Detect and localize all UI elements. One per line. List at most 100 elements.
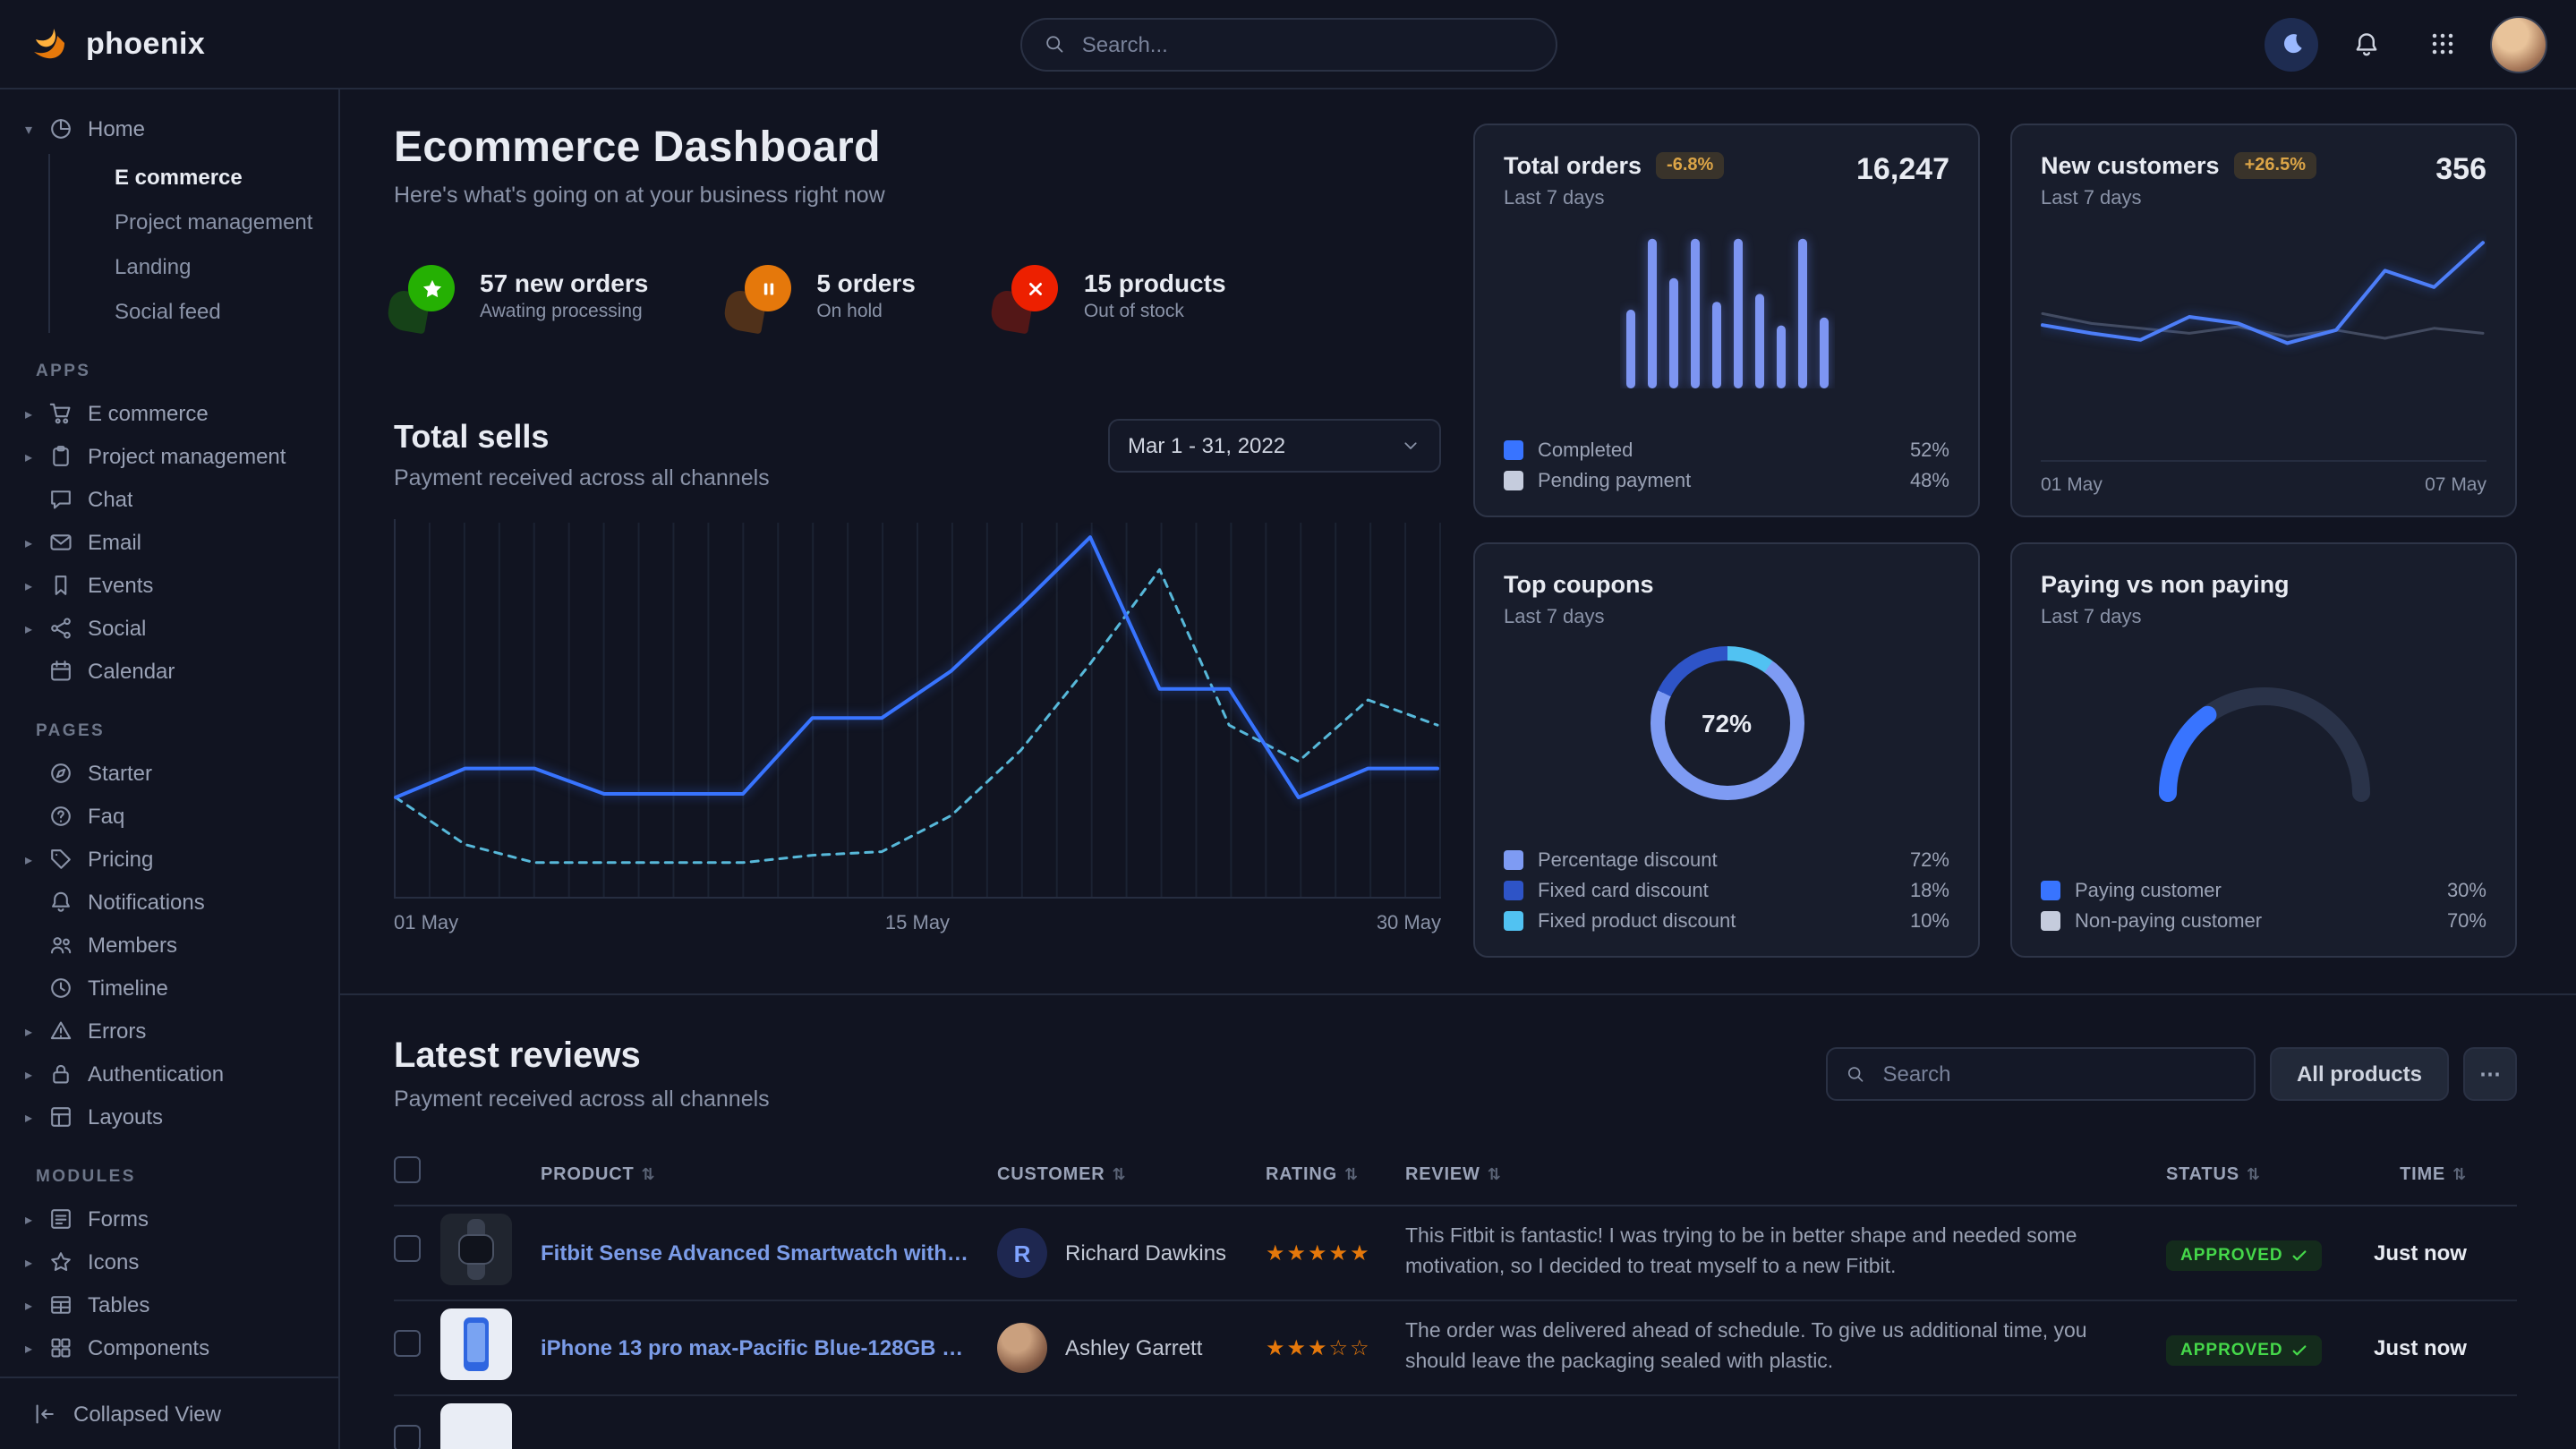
users-icon <box>48 933 73 958</box>
sidebar-item-calendar[interactable]: Calendar <box>0 650 338 693</box>
global-search-input[interactable] <box>1079 30 1533 58</box>
customer-avatar[interactable]: R <box>997 1228 1047 1278</box>
sidebar-item-timeline[interactable]: Timeline <box>0 967 338 1010</box>
sidebar-item-chat[interactable]: Chat <box>0 478 338 521</box>
product-link[interactable]: Fitbit Sense Advanced Smartwatch with To… <box>541 1240 997 1266</box>
sidebar-item-notifications[interactable]: Notifications <box>0 881 338 924</box>
reviews-table-body: Fitbit Sense Advanced Smartwatch with To… <box>394 1206 2517 1449</box>
brand[interactable]: phoenix <box>29 22 369 65</box>
sidebar-item-tables[interactable]: ▸Tables <box>0 1283 338 1326</box>
legend-label: Completed <box>1538 439 1633 461</box>
card-title: Total orders <box>1504 152 1642 179</box>
column-header-review[interactable]: REVIEW⇅ <box>1405 1164 2166 1184</box>
legend-swatch <box>1504 911 1523 931</box>
sidebar-item-home[interactable]: ▾Home <box>0 107 338 150</box>
collapse-sidebar-button[interactable]: Collapsed View <box>0 1377 338 1449</box>
sidebar-item-icons[interactable]: ▸Icons <box>0 1240 338 1283</box>
sidebar-item-errors[interactable]: ▸Errors <box>0 1010 338 1053</box>
total-sells-section: Total sells Payment received across all … <box>394 419 1441 934</box>
all-products-button[interactable]: All products <box>2270 1047 2449 1101</box>
reviews-search-input[interactable] <box>1879 1060 2236 1088</box>
column-header-product[interactable]: PRODUCT⇅ <box>541 1164 997 1184</box>
new-customers-line-chart <box>2041 227 2486 410</box>
sidebar-item-pricing[interactable]: ▸Pricing <box>0 838 338 881</box>
product-thumbnail[interactable] <box>440 1308 512 1379</box>
app-root: phoenix ▾HomeE commerceProject managemen… <box>0 0 2576 1449</box>
sidebar-item-project-management[interactable]: ▸Project management <box>0 435 338 478</box>
sidebar-item-forms[interactable]: ▸Forms <box>0 1198 338 1240</box>
product-thumbnail[interactable] <box>440 1213 512 1284</box>
sidebar-item-members[interactable]: Members <box>0 924 338 967</box>
review-text: This Fitbit is fantastic! I was trying t… <box>1405 1223 2166 1283</box>
sidebar-item-faq[interactable]: Faq <box>0 795 338 838</box>
date-range-select[interactable]: Mar 1 - 31, 2022 <box>1108 419 1441 473</box>
sidebar-item-e-commerce[interactable]: ▸E commerce <box>0 392 338 435</box>
sidebar-item-e-commerce[interactable]: E commerce <box>50 154 338 199</box>
section-divider <box>340 993 2576 995</box>
caret-right-icon: ▸ <box>25 1109 48 1125</box>
notifications-button[interactable] <box>2340 17 2393 71</box>
thumb-cell <box>440 1213 541 1293</box>
row-checkbox[interactable] <box>394 1235 421 1262</box>
sidebar-item-social[interactable]: ▸Social <box>0 607 338 650</box>
sidebar-item-label: Events <box>88 573 153 598</box>
column-header-status[interactable]: STATUS⇅ <box>2166 1164 2363 1184</box>
column-label: TIME <box>2400 1164 2445 1184</box>
legend-item: Fixed card discount18% <box>1504 875 1949 906</box>
product-link[interactable]: iPhone 13 pro max-Pacific Blue-128GB sto… <box>541 1335 997 1360</box>
caret-right-icon: ▸ <box>25 1297 48 1313</box>
top-coupons-legend: Percentage discount72%Fixed card discoun… <box>1504 845 1949 936</box>
reviews-search <box>1826 1047 2256 1101</box>
stat-text: 5 ordersOn hold <box>816 268 916 322</box>
legend-label: Non-paying customer <box>2075 910 2262 932</box>
legend-item: Paying customer30% <box>2041 875 2486 906</box>
status-badge: APPROVED <box>2166 1240 2323 1270</box>
x-tick: 07 May <box>2425 474 2486 496</box>
row-checkbox[interactable] <box>394 1425 421 1449</box>
sidebar-item-social-feed[interactable]: Social feed <box>50 288 338 333</box>
sidebar-item-project-management[interactable]: Project management <box>50 199 338 243</box>
sidebar-item-authentication[interactable]: ▸Authentication <box>0 1053 338 1095</box>
x-icon <box>1012 265 1059 311</box>
product-thumbnail[interactable] <box>440 1402 512 1449</box>
customer-avatar[interactable] <box>997 1323 1047 1373</box>
thumb-cell <box>440 1308 541 1388</box>
select-all-checkbox[interactable] <box>394 1156 421 1183</box>
starfill-icon <box>408 265 455 311</box>
starfill-icon <box>420 277 443 300</box>
column-label: STATUS <box>2166 1164 2239 1184</box>
apps-menu-button[interactable] <box>2415 17 2469 71</box>
user-avatar[interactable] <box>2490 15 2547 72</box>
sidebar-item-components[interactable]: ▸Components <box>0 1326 338 1369</box>
column-header-time[interactable]: TIME⇅ <box>2363 1164 2517 1184</box>
legend-label: Fixed product discount <box>1538 910 1736 932</box>
caret-right-icon: ▸ <box>25 448 48 465</box>
total-sells-line-chart <box>394 519 1441 899</box>
sidebar-item-starter[interactable]: Starter <box>0 752 338 795</box>
column-label: REVIEW <box>1405 1164 1480 1184</box>
checkbox-cell <box>394 1235 440 1271</box>
sidebar-item-label: Layouts <box>88 1104 163 1129</box>
status-badge: APPROVED <box>2166 1334 2323 1365</box>
sidebar-item-events[interactable]: ▸Events <box>0 564 338 607</box>
sidebar-item-email[interactable]: ▸ Email <box>0 521 338 564</box>
sidebar-item-landing[interactable]: Landing <box>50 243 338 288</box>
stat-value: 57 new orders <box>480 268 648 297</box>
top-coupons-card: Top coupons Last 7 days 72% Percentage d… <box>1473 542 1980 958</box>
row-checkbox[interactable] <box>394 1330 421 1357</box>
sidebar-item-layouts[interactable]: ▸ Layouts <box>0 1095 338 1138</box>
more-options-button[interactable]: ⋯ <box>2463 1047 2517 1101</box>
form-icon <box>48 1206 73 1232</box>
share-icon <box>48 616 73 641</box>
sidebar-section-label-modules: MODULES <box>36 1167 338 1187</box>
dark-mode-toggle[interactable] <box>2265 17 2318 71</box>
column-header-customer[interactable]: CUSTOMER⇅ <box>997 1164 1266 1184</box>
caret-right-icon: ▸ <box>25 534 48 550</box>
sidebar-item-label: Email <box>88 530 141 555</box>
stat-caption: On hold <box>816 301 916 322</box>
stat-text: 57 new ordersAwating processing <box>480 268 648 322</box>
column-header-rating[interactable]: RATING⇅ <box>1266 1164 1405 1184</box>
card-period: Last 7 days <box>1504 188 1724 209</box>
layout-icon <box>48 1104 73 1129</box>
paying-gauge-chart <box>2138 661 2389 807</box>
